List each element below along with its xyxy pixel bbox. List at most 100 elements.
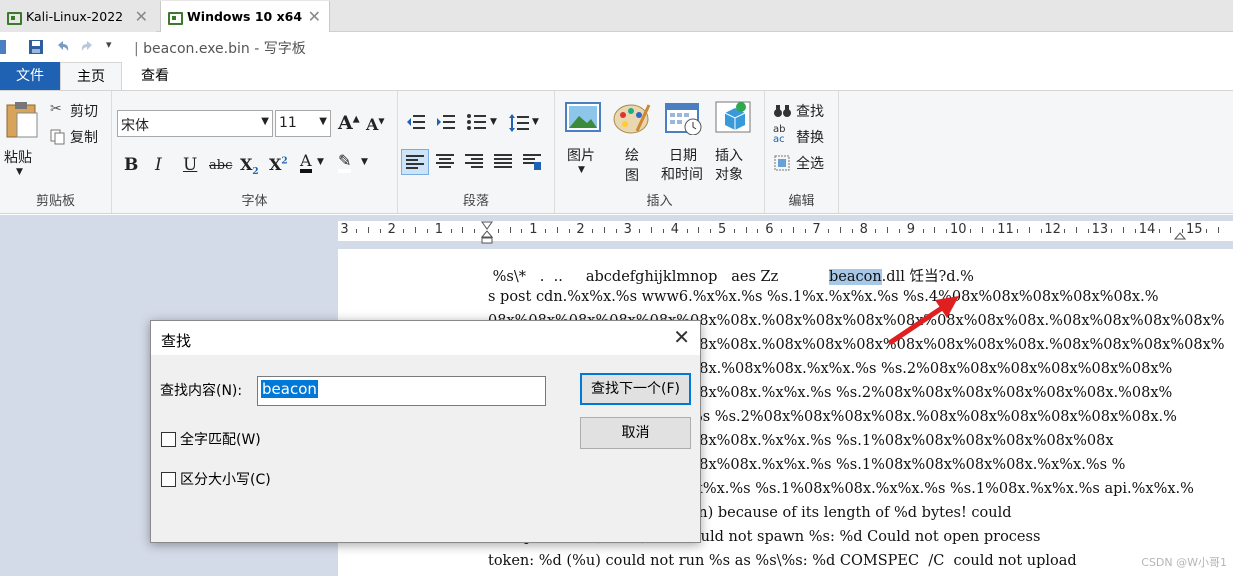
ruler-tick — [981, 227, 983, 233]
ruler-tick — [427, 229, 428, 233]
grow-font-icon[interactable]: A▲ — [338, 112, 360, 134]
paste-label: 粘贴 — [4, 150, 32, 166]
chevron-down-icon[interactable]: ▼ — [532, 117, 539, 127]
ruler-tick — [1205, 229, 1207, 233]
ruler-tick — [840, 227, 841, 233]
qat-dropdown-icon[interactable]: ▾ — [106, 38, 112, 51]
ruler-tick — [568, 229, 570, 233]
find-label: 查找 — [796, 104, 824, 120]
replace-button[interactable]: ab ac 替换 — [773, 125, 835, 147]
chevron-down-icon[interactable]: ▼ — [490, 117, 497, 127]
paste-dropdown-icon: ▼ — [16, 167, 23, 177]
close-icon[interactable]: ✕ — [135, 7, 148, 26]
paragraph-caption: 段落 — [462, 194, 489, 209]
font-group: 宋体 ▼ 11 ▼ A▲ A▼ B I U abc X2 X2 A ▼ ✎ ▼ … — [112, 91, 398, 213]
font-family-select[interactable]: 宋体 ▼ — [117, 110, 273, 137]
replace-label: 替换 — [796, 130, 824, 146]
vm-tab-kali[interactable]: Kali-Linux-2022 ✕ — [0, 1, 156, 32]
redo-icon[interactable] — [80, 39, 96, 55]
document-line: token: %d (%u) could not run %s as %s\%s… — [488, 553, 1077, 569]
find-button[interactable]: 查找 — [773, 101, 835, 121]
tab-home[interactable]: 主页 — [60, 62, 122, 91]
right-indent-marker-icon[interactable] — [1174, 229, 1186, 241]
copy-icon — [50, 129, 65, 145]
document-line: %s\* . .. abcdefghijklmnop aes Zz beacon… — [488, 265, 974, 286]
font-color-icon[interactable]: A — [300, 153, 312, 173]
superscript-icon[interactable]: X2 — [269, 155, 288, 174]
copy-button[interactable]: 复制 — [50, 127, 108, 147]
save-icon[interactable] — [28, 39, 44, 55]
match-case-checkbox[interactable]: 区分大小写(C) — [161, 469, 271, 489]
close-icon[interactable]: ✕ — [673, 325, 690, 349]
strikethrough-icon[interactable]: abc — [209, 158, 232, 173]
increase-indent-icon[interactable] — [436, 113, 456, 131]
ruler-tick — [1087, 229, 1089, 233]
ruler-number: 2 — [576, 222, 585, 237]
indent-marker-icon[interactable] — [481, 221, 493, 245]
ruler-number: 14 — [1138, 222, 1156, 237]
tab-file[interactable]: 文件 — [0, 62, 60, 90]
align-left-icon — [406, 155, 424, 169]
paste-button[interactable]: 粘贴 ▼ — [2, 97, 42, 185]
find-next-button[interactable]: 查找下一个(F) — [580, 373, 691, 405]
ruler-number: 3 — [340, 222, 349, 237]
vm-tab-label: Kali-Linux-2022 — [26, 9, 124, 24]
ruler-tick — [792, 227, 794, 233]
ruler-tick — [509, 227, 511, 233]
datetime-button[interactable]: 日期 和时间 — [659, 101, 709, 187]
close-icon[interactable]: ✕ — [308, 7, 321, 26]
object-label-2: 对象 — [715, 167, 743, 183]
ruler-tick — [757, 229, 759, 233]
bullet-list-icon[interactable] — [466, 113, 488, 131]
ruler-tick — [804, 229, 806, 233]
tab-view[interactable]: 查看 — [122, 62, 188, 90]
ruler-number: 1 — [434, 222, 444, 237]
align-left-button[interactable] — [401, 149, 429, 175]
ruler-tick — [1064, 229, 1066, 233]
insert-object-button[interactable]: 插入 对象 — [711, 101, 757, 187]
vm-tab-windows[interactable]: Windows 10 x64 ✕ — [160, 1, 330, 32]
cancel-button[interactable]: 取消 — [580, 417, 691, 449]
ruler-tick — [474, 229, 476, 233]
chevron-down-icon: ▼ — [578, 165, 585, 175]
subscript-icon[interactable]: X2 — [240, 155, 259, 177]
ruler-tick — [875, 229, 877, 233]
ruler-number: 9 — [906, 222, 916, 237]
vm-tab-strip: Kali-Linux-2022 ✕ Windows 10 x64 ✕ — [0, 0, 1233, 32]
justify-icon[interactable] — [493, 153, 513, 169]
picture-button[interactable]: 图片 ▼ — [561, 101, 605, 187]
ruler-tick — [1040, 229, 1042, 233]
clipboard-caption: 剪贴板 — [35, 194, 75, 209]
ruler-tick — [1170, 227, 1172, 233]
align-right-icon[interactable] — [464, 153, 484, 169]
cut-button[interactable]: ✂ 剪切 — [50, 101, 108, 121]
align-center-icon[interactable] — [435, 153, 455, 169]
bold-icon[interactable]: B — [124, 155, 138, 175]
chevron-down-icon[interactable]: ▼ — [361, 157, 368, 167]
chevron-down-icon: ▼ — [261, 116, 269, 127]
ruler-number: 12 — [1044, 222, 1061, 237]
calendar-clock-icon — [665, 103, 702, 135]
line-text: token: %d (%u) could not run %s as %s\%s… — [488, 553, 1077, 569]
line-text: .dll 饪当?d.% — [881, 269, 974, 285]
line-spacing-icon[interactable] — [508, 113, 530, 133]
italic-icon[interactable]: I — [155, 155, 162, 175]
vm-tab-label: Windows 10 x64 — [187, 9, 303, 24]
whole-word-checkbox[interactable]: 全字匹配(W) — [161, 429, 261, 449]
paragraph-settings-icon[interactable] — [522, 153, 542, 171]
highlight-icon[interactable]: ✎ — [338, 153, 352, 173]
cut-label: 剪切 — [70, 104, 98, 120]
chevron-down-icon[interactable]: ▼ — [317, 157, 324, 167]
search-highlight: beacon — [828, 269, 882, 285]
select-all-button[interactable]: 全选 — [773, 153, 835, 173]
paint-drawing-button[interactable]: 绘图 — [611, 101, 655, 187]
ruler-tick — [887, 227, 889, 233]
decrease-indent-icon[interactable] — [406, 113, 426, 131]
shrink-font-icon[interactable]: A▼ — [366, 115, 385, 134]
ribbon-tabs: 文件 主页 查看 — [0, 62, 1233, 91]
ruler-tick — [1217, 227, 1219, 233]
undo-icon[interactable] — [54, 39, 70, 55]
find-what-input[interactable]: beacon — [257, 376, 546, 406]
font-size-select[interactable]: 11 ▼ — [275, 110, 331, 137]
underline-icon[interactable]: U — [183, 155, 197, 175]
